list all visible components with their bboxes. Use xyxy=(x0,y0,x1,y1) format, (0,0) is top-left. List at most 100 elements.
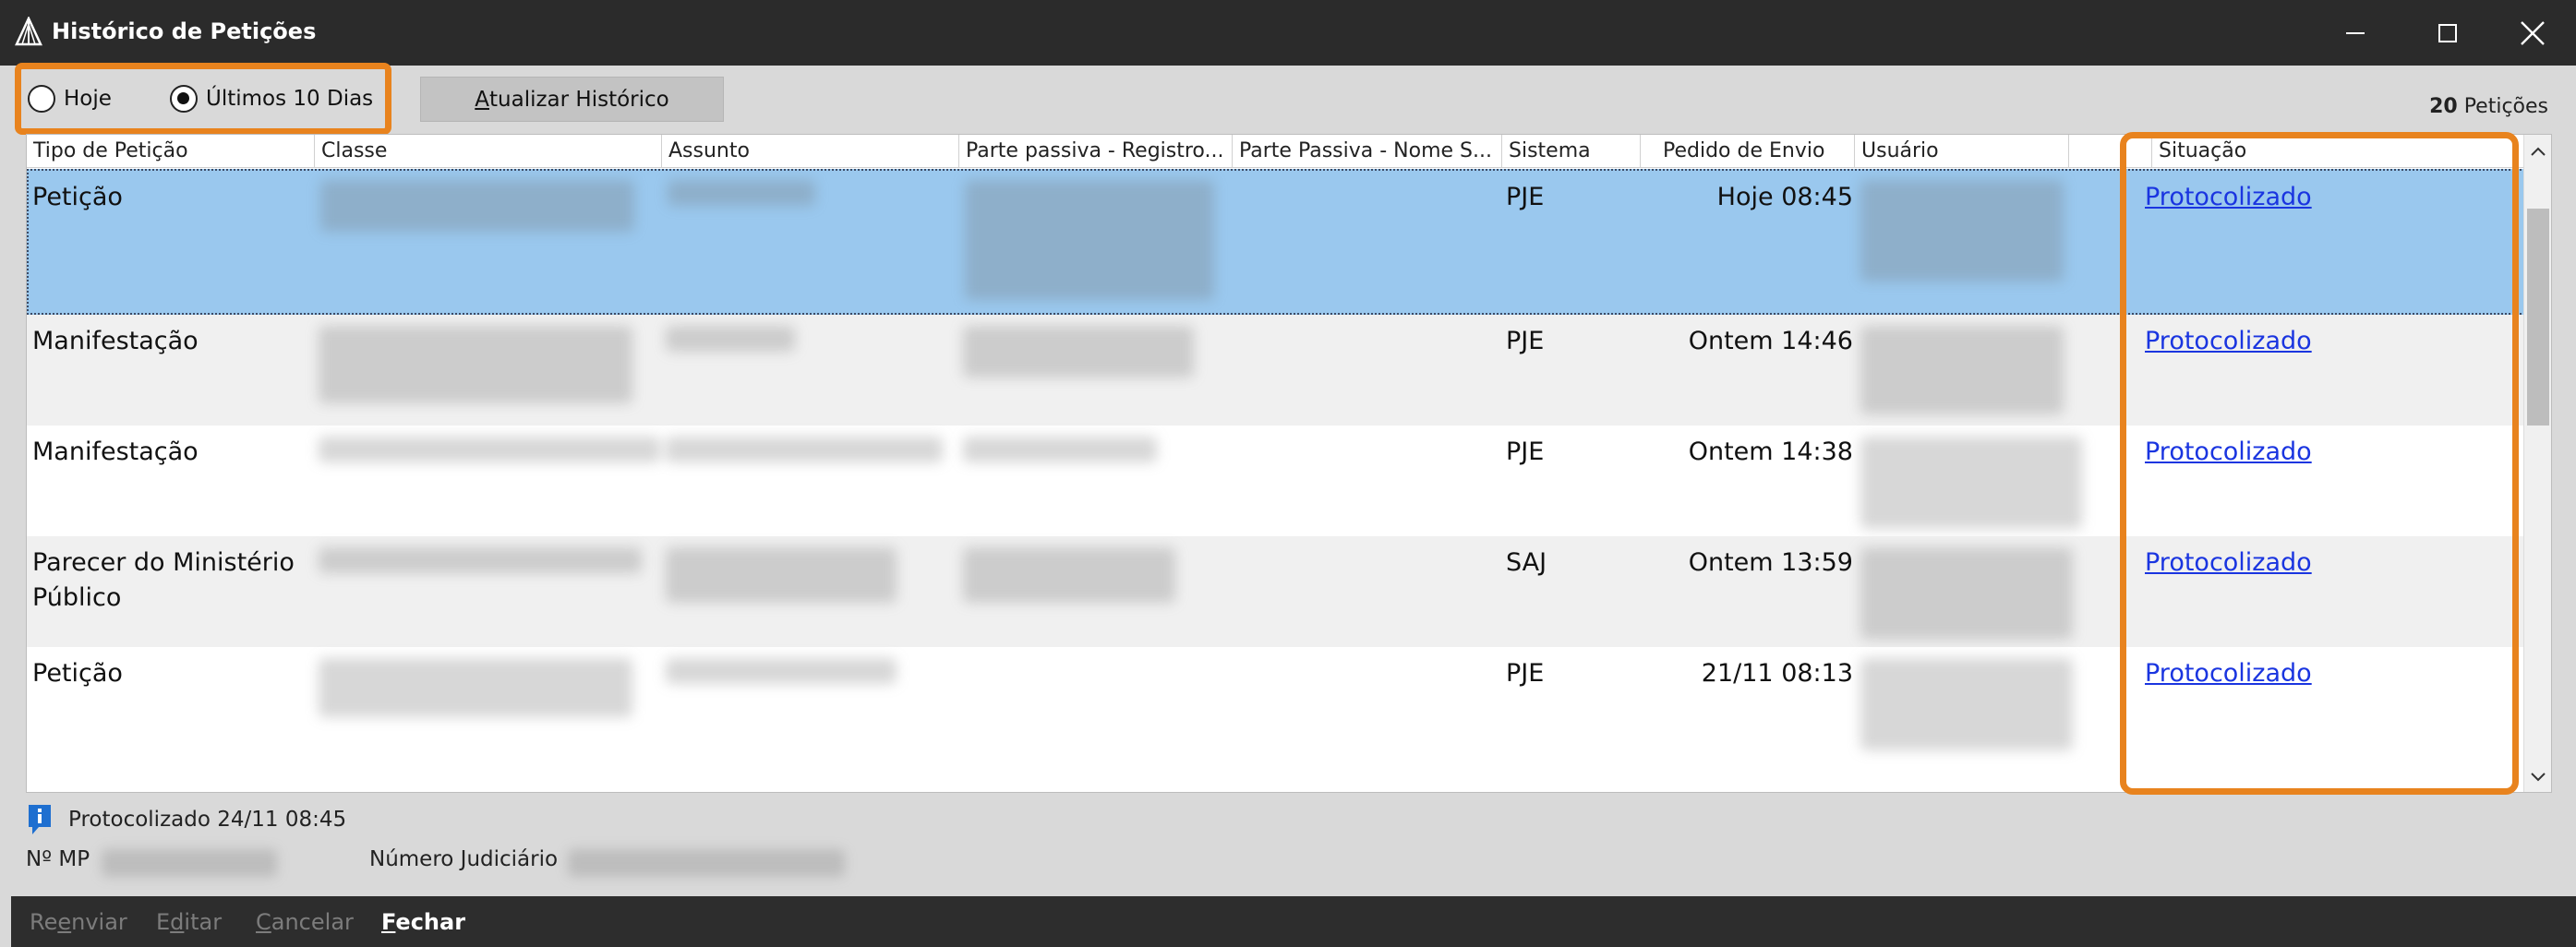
period-highlight-box xyxy=(15,63,391,135)
petitions-count-number: 20 xyxy=(2429,95,2458,118)
cell-sistema: PJE xyxy=(1506,327,1545,355)
situacao-link[interactable]: Protocolizado xyxy=(2145,324,2312,359)
situacao-link[interactable]: Protocolizado xyxy=(2145,656,2312,691)
redacted-parte-registro xyxy=(965,180,1214,300)
redacted-mp-number xyxy=(102,849,277,877)
vertical-scrollbar[interactable] xyxy=(2523,135,2551,792)
grid-header: Tipo de Petição Classe Assunto Parte pas… xyxy=(27,135,2525,168)
maximize-button[interactable] xyxy=(2397,0,2498,66)
petitions-count: 20 Petições xyxy=(2429,95,2548,118)
cell-pedido-envio: Ontem 14:46 xyxy=(1688,327,1853,355)
table-row[interactable]: Petição PJE Hoje 08:45 Protocolizado xyxy=(27,169,2525,315)
refresh-history-accesskey: A xyxy=(475,87,489,112)
maximize-icon xyxy=(2438,23,2457,42)
resend-label-rest: nviar xyxy=(71,909,127,935)
redacted-usuario xyxy=(1860,658,2073,750)
scroll-up-button[interactable] xyxy=(2524,135,2551,168)
refresh-history-label: tualizar Histórico xyxy=(489,87,669,112)
header-assunto[interactable]: Assunto xyxy=(662,135,959,168)
petitions-grid[interactable]: Tipo de Petição Classe Assunto Parte pas… xyxy=(26,134,2552,793)
edit-accesskey: d xyxy=(170,909,185,935)
redacted-parte-registro xyxy=(963,326,1194,378)
judicial-number-label: Número Judiciário xyxy=(369,847,559,871)
title-bar: Histórico de Petições xyxy=(0,0,2576,66)
header-pedido-envio[interactable]: Pedido de Envio xyxy=(1641,135,1855,168)
cell-sistema: PJE xyxy=(1506,183,1545,211)
cell-tipo: Manifestação xyxy=(32,438,199,466)
redacted-assunto xyxy=(666,658,897,684)
window-title: Histórico de Petições xyxy=(52,18,317,44)
situacao-link[interactable]: Protocolizado xyxy=(2145,180,2312,215)
situacao-link[interactable]: Protocolizado xyxy=(2145,545,2312,581)
redacted-usuario xyxy=(1860,326,2064,414)
redacted-usuario xyxy=(1860,180,2064,282)
chevron-up-icon xyxy=(2531,147,2546,156)
minimize-icon xyxy=(2346,31,2365,34)
redacted-usuario xyxy=(1860,547,2073,640)
close-accesskey: F xyxy=(381,909,396,935)
resend-button[interactable]: Reenviar xyxy=(30,909,127,935)
scroll-down-button[interactable] xyxy=(2524,761,2551,792)
status-line: Protocolizado 24/11 08:45 xyxy=(26,801,346,838)
redacted-classe xyxy=(319,437,660,462)
edit-button[interactable]: Editar xyxy=(156,909,222,935)
redacted-judicial-number xyxy=(568,849,845,877)
info-icon xyxy=(26,803,54,836)
close-button[interactable]: Fechar xyxy=(381,909,465,935)
cell-tipo: Petição xyxy=(32,183,123,211)
cell-pedido-envio: Ontem 13:59 xyxy=(1688,548,1853,577)
redacted-assunto xyxy=(666,437,943,462)
redacted-usuario xyxy=(1860,437,2082,529)
refresh-history-button[interactable]: Atualizar Histórico xyxy=(420,77,724,122)
cancel-label-rest: ancelar xyxy=(271,909,354,935)
header-empty[interactable] xyxy=(2069,135,2152,168)
close-window-button[interactable] xyxy=(2489,0,2576,66)
table-row[interactable]: Petição PJE 21/11 08:13 Protocolizado xyxy=(27,647,2525,792)
table-row[interactable]: Manifestação PJE Ontem 14:38 Protocoliza… xyxy=(27,426,2525,536)
header-tipo[interactable]: Tipo de Petição xyxy=(27,135,315,168)
close-label-rest: echar xyxy=(395,909,466,935)
cell-sistema: PJE xyxy=(1506,659,1545,688)
edit-label-lead: E xyxy=(156,909,171,935)
table-row[interactable]: Parecer do Ministério Público SAJ Ontem … xyxy=(27,536,2525,647)
redacted-assunto xyxy=(666,326,795,352)
table-row[interactable]: Manifestação PJE Ontem 14:46 Protocoliza… xyxy=(27,315,2525,426)
chevron-down-icon xyxy=(2531,773,2546,782)
redacted-assunto xyxy=(666,547,897,603)
minimize-button[interactable] xyxy=(2305,0,2406,66)
header-sistema[interactable]: Sistema xyxy=(1502,135,1641,168)
resend-label-lead: Re xyxy=(30,909,58,935)
cell-pedido-envio: Hoje 08:45 xyxy=(1716,183,1853,211)
redacted-parte-registro xyxy=(963,437,1157,462)
close-icon xyxy=(2521,20,2545,45)
cell-tipo: Parecer do Ministério Público xyxy=(32,548,295,612)
header-parte-nome[interactable]: Parte Passiva - Nome S... xyxy=(1233,135,1502,168)
header-situacao[interactable]: Situação xyxy=(2152,135,2525,168)
redacted-parte-registro xyxy=(963,547,1175,603)
cell-pedido-envio: Ontem 14:38 xyxy=(1688,438,1853,466)
redacted-classe xyxy=(319,326,632,403)
scroll-thumb[interactable] xyxy=(2527,209,2549,426)
redacted-classe xyxy=(319,547,642,573)
edit-label-rest: itar xyxy=(184,909,223,935)
cell-tipo: Petição xyxy=(32,659,123,688)
app-logo-icon xyxy=(15,16,42,46)
status-message: Protocolizado 24/11 08:45 xyxy=(68,808,347,832)
redacted-assunto xyxy=(668,180,815,206)
petitions-count-label: Petições xyxy=(2463,95,2548,118)
mp-number-label: Nº MP xyxy=(26,847,90,871)
header-parte-registro[interactable]: Parte passiva - Registro... xyxy=(959,135,1233,168)
redacted-classe xyxy=(319,658,632,717)
situacao-link[interactable]: Protocolizado xyxy=(2145,435,2312,470)
cell-tipo: Manifestação xyxy=(32,327,199,355)
cancel-accesskey: C xyxy=(256,909,271,935)
cell-pedido-envio: 21/11 08:13 xyxy=(1701,659,1853,688)
resend-accesskey: e xyxy=(57,909,72,935)
footer-bar: Reenviar Editar Cancelar Fechar xyxy=(11,896,2576,947)
cancel-button[interactable]: Cancelar xyxy=(256,909,354,935)
cell-sistema: SAJ xyxy=(1506,548,1547,577)
header-classe[interactable]: Classe xyxy=(315,135,662,168)
header-usuario[interactable]: Usuário xyxy=(1855,135,2069,168)
cell-sistema: PJE xyxy=(1506,438,1545,466)
redacted-classe xyxy=(320,180,634,232)
